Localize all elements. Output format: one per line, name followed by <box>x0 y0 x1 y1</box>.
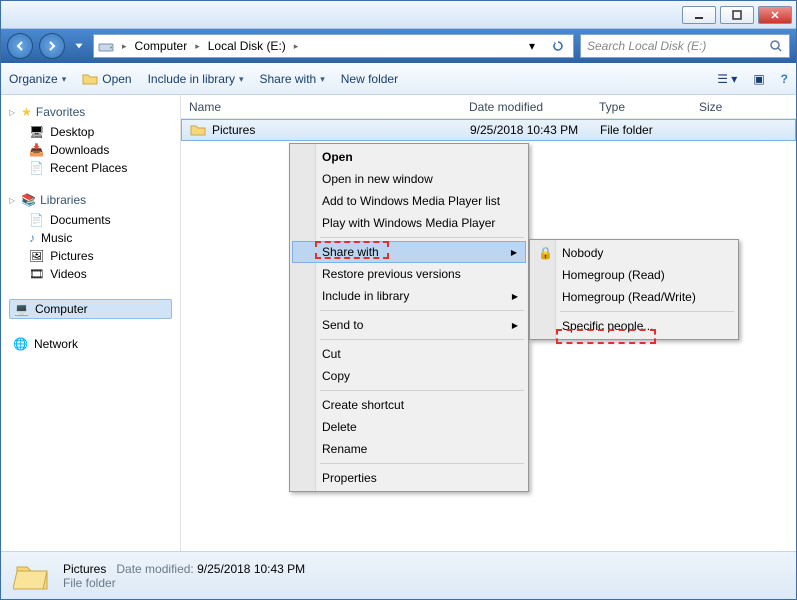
ctx-wmp-play[interactable]: Play with Windows Media Player <box>292 212 526 234</box>
ctx-rename[interactable]: Rename <box>292 438 526 460</box>
status-type: File folder <box>63 576 305 590</box>
search-placeholder: Search Local Disk (E:) <box>587 39 706 53</box>
close-button[interactable] <box>758 6 792 24</box>
sidebar-item-music[interactable]: ♪Music <box>9 229 172 247</box>
download-icon: 📥 <box>29 143 44 157</box>
file-type: File folder <box>592 123 692 137</box>
drive-icon <box>98 39 114 53</box>
favorites-heading[interactable]: ★ Favorites <box>9 105 172 119</box>
share-homegroup-readwrite[interactable]: Homegroup (Read/Write) <box>532 286 736 308</box>
folder-icon <box>13 557 51 595</box>
ctx-delete[interactable]: Delete <box>292 416 526 438</box>
maximize-button[interactable] <box>720 6 754 24</box>
titlebar <box>1 1 796 29</box>
share-with-submenu: 🔒Nobody Homegroup (Read) Homegroup (Read… <box>529 239 739 340</box>
sidebar-item-pictures[interactable]: 🖼Pictures <box>9 247 172 265</box>
share-homegroup-read[interactable]: Homegroup (Read) <box>532 264 736 286</box>
ctx-send-to[interactable]: Send to <box>292 314 526 336</box>
computer-icon: 💻 <box>14 302 29 316</box>
column-type[interactable]: Type <box>591 100 691 114</box>
sidebar-item-downloads[interactable]: 📥Downloads <box>9 141 172 159</box>
column-date[interactable]: Date modified <box>461 100 591 114</box>
help-button[interactable]: ? <box>781 72 788 86</box>
breadcrumb-sep[interactable]: ▸ <box>290 41 303 52</box>
history-dropdown[interactable] <box>71 38 87 54</box>
new-folder-button[interactable]: New folder <box>341 72 398 86</box>
lock-icon: 🔒 <box>538 246 553 260</box>
details-pane: Pictures Date modified: 9/25/2018 10:43 … <box>1 551 796 599</box>
ctx-copy[interactable]: Copy <box>292 365 526 387</box>
share-nobody[interactable]: 🔒Nobody <box>532 242 736 264</box>
file-name: Pictures <box>212 123 255 137</box>
column-size[interactable]: Size <box>691 100 796 114</box>
navigation-pane: ★ Favorites 🖥Desktop 📥Downloads 📄Recent … <box>1 95 181 551</box>
nav-bar: ▸ Computer ▸ Local Disk (E:) ▸ ▾ Search … <box>1 29 796 63</box>
column-name[interactable]: Name <box>181 100 461 114</box>
sidebar-item-videos[interactable]: 🎞Videos <box>9 265 172 283</box>
search-input[interactable]: Search Local Disk (E:) <box>580 34 790 58</box>
forward-button[interactable] <box>39 33 65 59</box>
file-row[interactable]: Pictures 9/25/2018 10:43 PM File folder <box>181 119 796 141</box>
videos-icon: 🎞 <box>29 267 44 281</box>
ctx-properties[interactable]: Properties <box>292 467 526 489</box>
search-icon <box>769 39 783 53</box>
minimize-button[interactable] <box>682 6 716 24</box>
include-in-library-button[interactable]: Include in library <box>148 72 244 86</box>
address-dropdown[interactable]: ▾ <box>521 35 543 57</box>
share-with-button[interactable]: Share with <box>260 72 325 86</box>
network-icon: 🌐 <box>13 337 28 351</box>
view-options-button[interactable]: ☰ ▾ <box>717 72 737 86</box>
share-specific-people[interactable]: Specific people... <box>532 315 736 337</box>
breadcrumb-sep[interactable]: ▸ <box>118 41 131 52</box>
open-button[interactable]: Open <box>82 72 131 86</box>
sidebar-item-computer[interactable]: 💻Computer <box>9 299 172 319</box>
refresh-button[interactable] <box>547 35 569 57</box>
sidebar-item-documents[interactable]: 📄Documents <box>9 211 172 229</box>
breadcrumb-drive[interactable]: Local Disk (E:) <box>208 39 286 53</box>
back-button[interactable] <box>7 33 33 59</box>
ctx-wmp-list[interactable]: Add to Windows Media Player list <box>292 190 526 212</box>
ctx-cut[interactable]: Cut <box>292 343 526 365</box>
recent-icon: 📄 <box>29 161 44 175</box>
status-name: Pictures <box>63 562 106 576</box>
address-bar[interactable]: ▸ Computer ▸ Local Disk (E:) ▸ ▾ <box>93 34 574 58</box>
documents-icon: 📄 <box>29 213 44 227</box>
command-bar: Organize Open Include in library Share w… <box>1 63 796 95</box>
folder-icon <box>190 123 206 137</box>
library-icon: 📚 <box>21 193 36 207</box>
folder-icon <box>82 72 98 86</box>
file-date: 9/25/2018 10:43 PM <box>462 123 592 137</box>
music-icon: ♪ <box>29 231 35 245</box>
preview-pane-button[interactable]: ▣ <box>753 72 764 86</box>
pictures-icon: 🖼 <box>29 249 44 263</box>
ctx-open[interactable]: Open <box>292 146 526 168</box>
sidebar-item-network[interactable]: 🌐Network <box>9 335 172 353</box>
sidebar-item-recent[interactable]: 📄Recent Places <box>9 159 172 177</box>
organize-button[interactable]: Organize <box>9 72 66 86</box>
ctx-share-with[interactable]: Share with <box>292 241 526 263</box>
star-icon: ★ <box>21 105 32 119</box>
breadcrumb-sep[interactable]: ▸ <box>191 41 204 52</box>
context-menu: Open Open in new window Add to Windows M… <box>289 143 529 492</box>
ctx-restore[interactable]: Restore previous versions <box>292 263 526 285</box>
ctx-create-shortcut[interactable]: Create shortcut <box>292 394 526 416</box>
breadcrumb-computer[interactable]: Computer <box>135 39 188 53</box>
sidebar-item-desktop[interactable]: 🖥Desktop <box>9 123 172 141</box>
desktop-icon: 🖥 <box>29 125 44 139</box>
ctx-open-new-window[interactable]: Open in new window <box>292 168 526 190</box>
ctx-include-library[interactable]: Include in library <box>292 285 526 307</box>
libraries-heading[interactable]: 📚 Libraries <box>9 193 172 207</box>
column-header-row: Name Date modified Type Size <box>181 95 796 119</box>
